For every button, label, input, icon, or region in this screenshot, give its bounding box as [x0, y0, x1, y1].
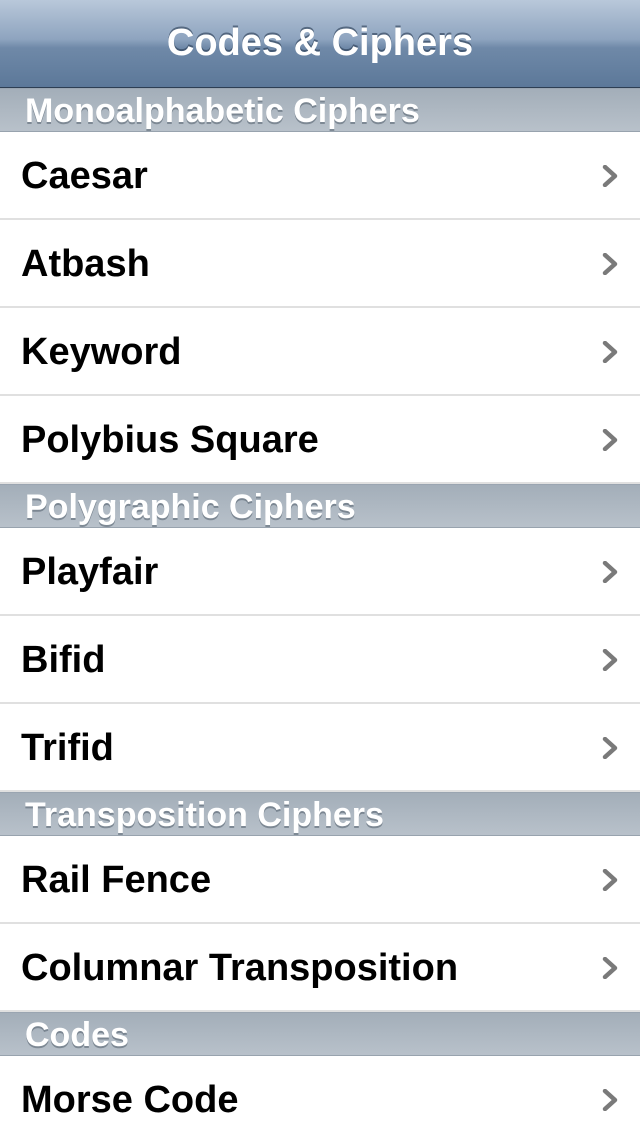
list-item-label: Keyword [21, 331, 182, 373]
list-item[interactable]: Caesar [0, 132, 640, 220]
chevron-right-icon [600, 736, 620, 760]
section-header: Monoalphabetic Ciphers [0, 88, 640, 132]
list-item-label: Bifid [21, 639, 106, 681]
section-header-label: Codes [25, 1016, 129, 1054]
chevron-right-icon [600, 1088, 620, 1112]
list-item[interactable]: Keyword [0, 308, 640, 396]
list-item-label: Playfair [21, 551, 159, 593]
list-item[interactable]: Trifid [0, 704, 640, 792]
section-header-label: Polygraphic Ciphers [25, 488, 356, 526]
chevron-right-icon [600, 868, 620, 892]
section-header: Transposition Ciphers [0, 792, 640, 836]
list-item[interactable]: Playfair [0, 528, 640, 616]
chevron-right-icon [600, 560, 620, 584]
chevron-right-icon [600, 164, 620, 188]
cipher-list[interactable]: Monoalphabetic Ciphers Caesar Atbash Keywor… [0, 88, 640, 1144]
list-item-label: Caesar [21, 155, 148, 197]
list-item-label: Atbash [21, 243, 150, 285]
list-item-label: Trifid [21, 727, 114, 769]
chevron-right-icon [600, 428, 620, 452]
list-item[interactable]: Rail Fence [0, 836, 640, 924]
list-item-label: Polybius Square [21, 419, 319, 461]
section-header: Codes [0, 1012, 640, 1056]
chevron-right-icon [600, 252, 620, 276]
chevron-right-icon [600, 340, 620, 364]
nav-title: Codes & Ciphers [166, 22, 474, 64]
list-item[interactable]: Atbash [0, 220, 640, 308]
navigation-bar: Codes & Ciphers [0, 0, 640, 88]
list-item-label: Morse Code [21, 1079, 239, 1121]
list-item-label: Rail Fence [21, 859, 212, 901]
list-item[interactable]: Polybius Square [0, 396, 640, 484]
chevron-right-icon [600, 956, 620, 980]
list-item[interactable]: Bifid [0, 616, 640, 704]
list-item[interactable]: Morse Code [0, 1056, 640, 1144]
list-item[interactable]: Columnar Transposition [0, 924, 640, 1012]
list-item-label: Columnar Transposition [21, 947, 459, 989]
section-header-label: Transposition Ciphers [25, 796, 384, 834]
section-header: Polygraphic Ciphers [0, 484, 640, 528]
chevron-right-icon [600, 648, 620, 672]
section-header-label: Monoalphabetic Ciphers [25, 92, 420, 130]
